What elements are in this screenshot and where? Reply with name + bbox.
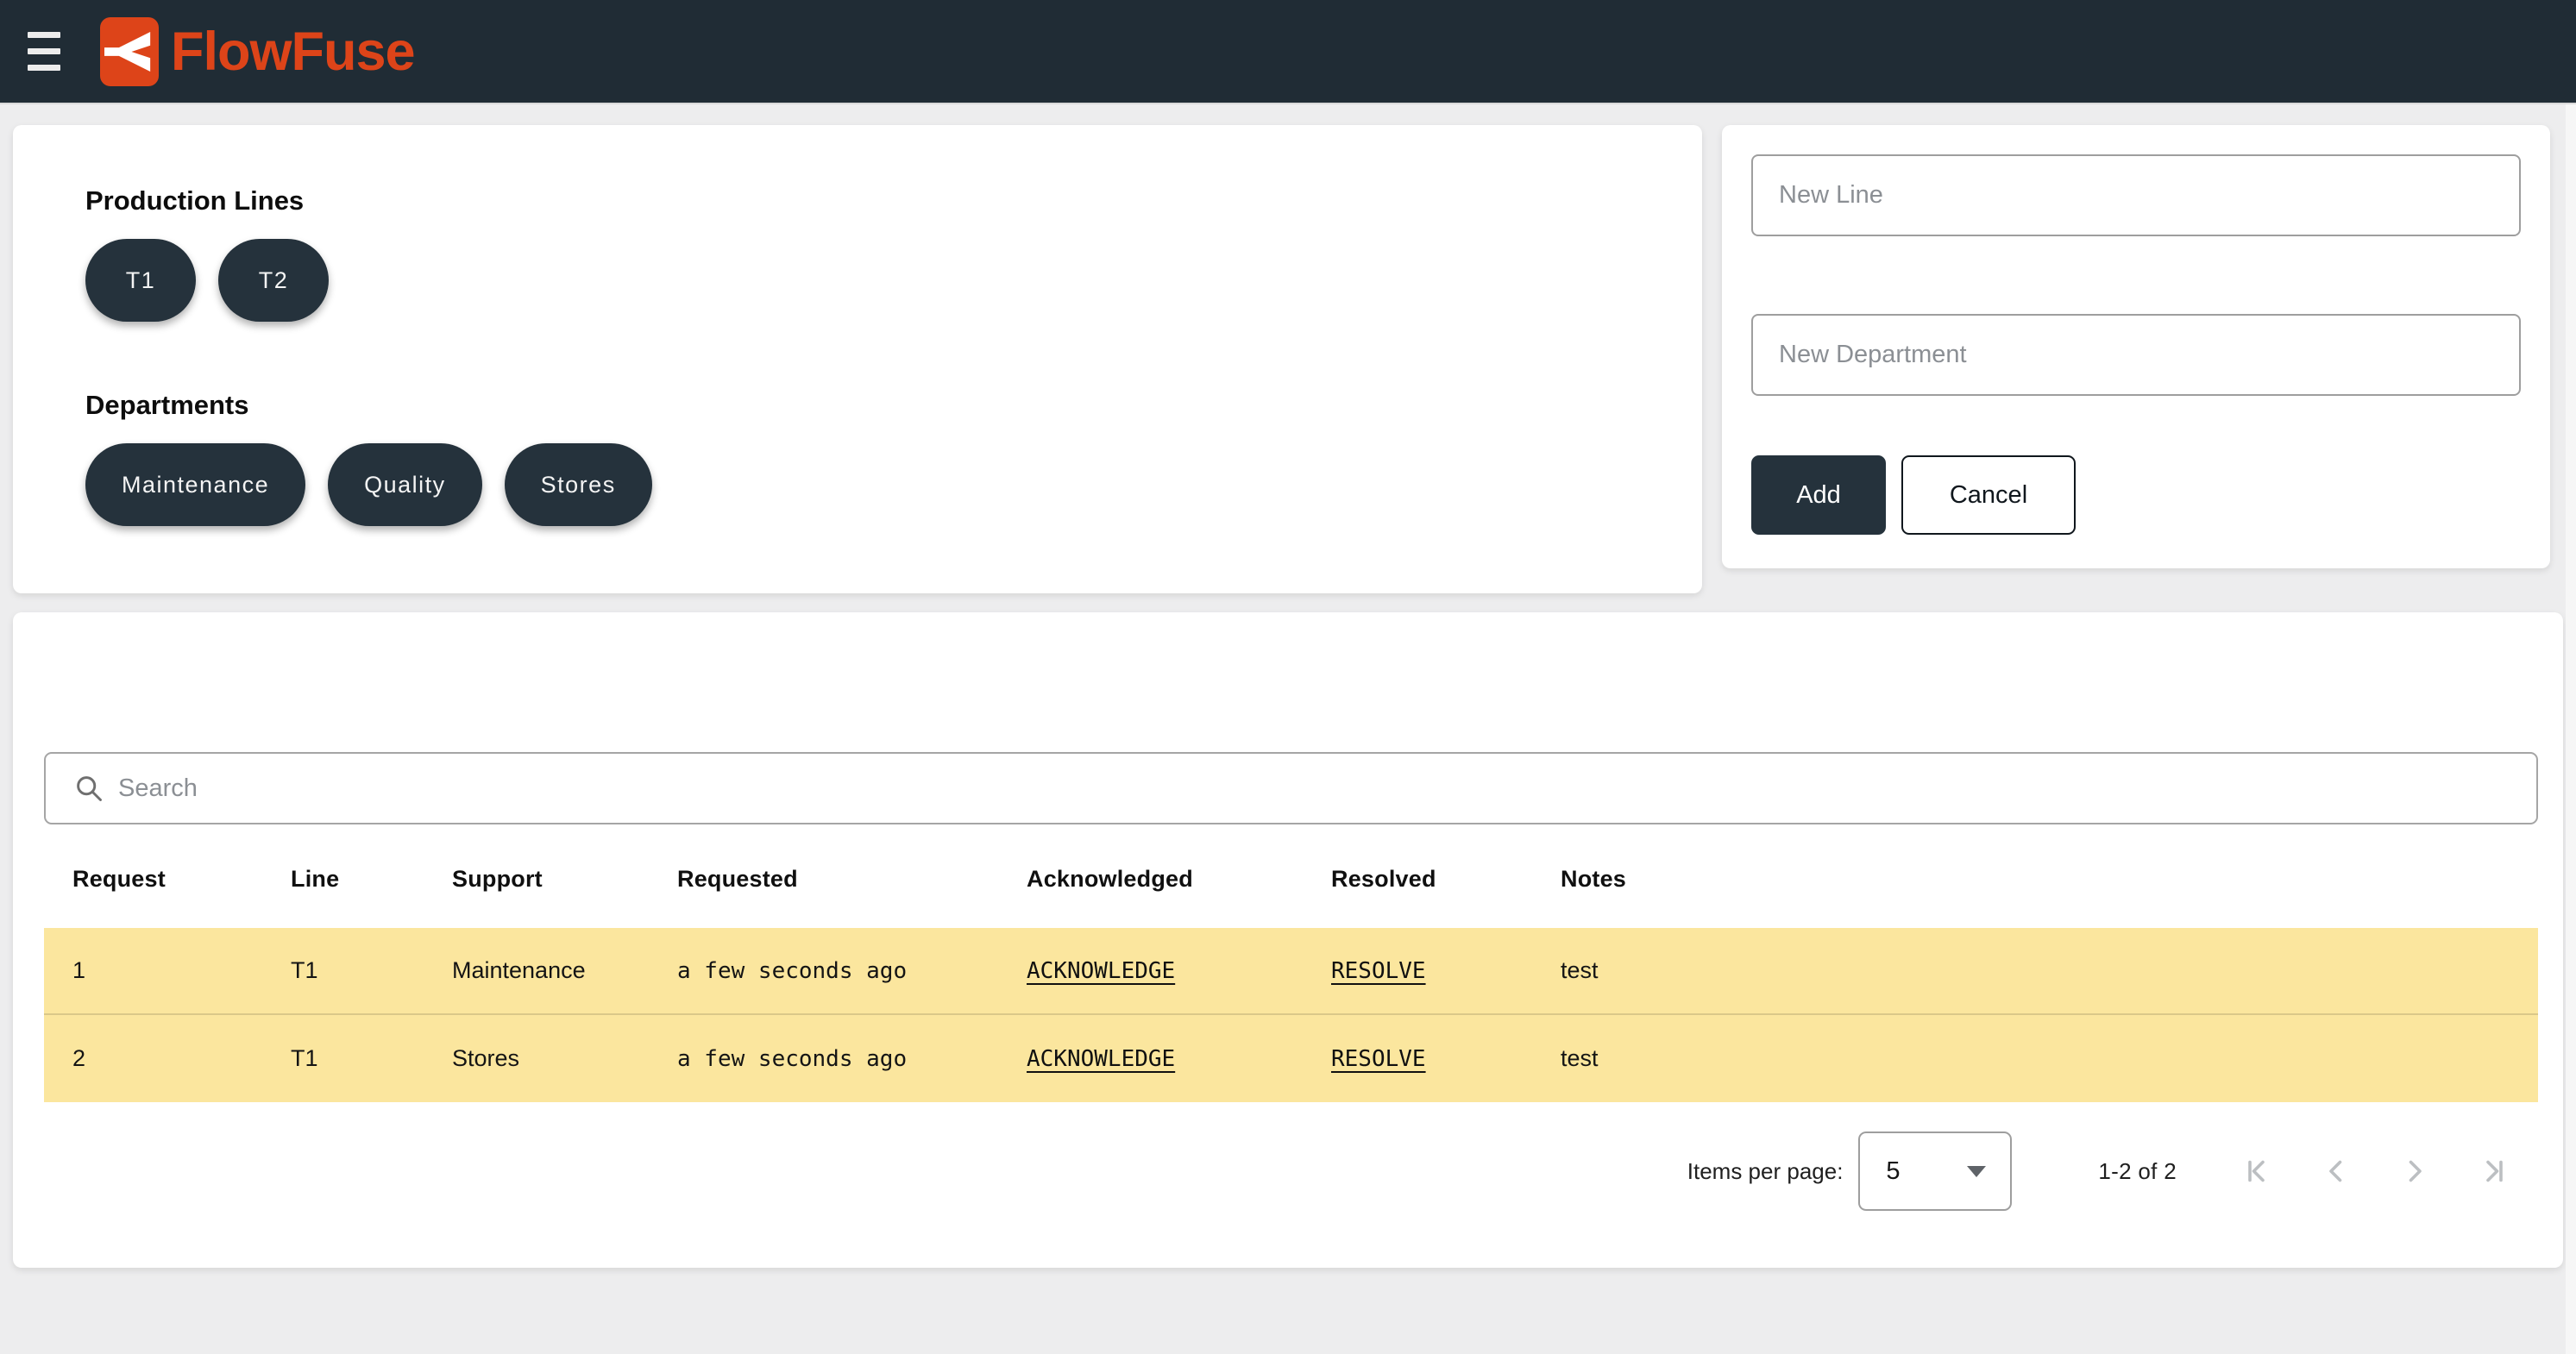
departments-title: Departments bbox=[85, 390, 1702, 421]
pagination-bar: Items per page: 5 1-2 of 2 bbox=[44, 1131, 2538, 1211]
table-header-row: Request Line Support Requested Acknowled… bbox=[44, 853, 2538, 905]
column-header-acknowledged: Acknowledged bbox=[1027, 866, 1331, 893]
cell-requested: a few seconds ago bbox=[677, 958, 1027, 984]
items-per-page-label: Items per page: bbox=[1687, 1158, 1844, 1185]
new-department-input[interactable] bbox=[1751, 314, 2521, 396]
search-box bbox=[44, 752, 2538, 824]
search-icon bbox=[73, 773, 104, 804]
requests-table-card: Request Line Support Requested Acknowled… bbox=[13, 612, 2563, 1268]
cell-support: Stores bbox=[452, 1045, 677, 1072]
departments-group: Maintenance Quality Stores bbox=[85, 443, 1702, 526]
items-per-page-select[interactable]: 5 bbox=[1858, 1131, 2012, 1211]
scrollbar-track[interactable] bbox=[2566, 104, 2576, 1354]
table-row: 2 T1 Stores a few seconds ago ACKNOWLEDG… bbox=[44, 1015, 2538, 1102]
brand-logo: FlowFuse bbox=[100, 17, 415, 86]
column-header-resolved: Resolved bbox=[1331, 866, 1561, 893]
table-row: 1 T1 Maintenance a few seconds ago ACKNO… bbox=[44, 928, 2538, 1015]
add-button[interactable]: Add bbox=[1751, 455, 1886, 535]
search-input[interactable] bbox=[104, 754, 2536, 823]
column-header-requested: Requested bbox=[677, 866, 1027, 893]
department-button-maintenance[interactable]: Maintenance bbox=[85, 443, 305, 526]
last-page-icon[interactable] bbox=[2478, 1156, 2509, 1187]
cell-notes: test bbox=[1561, 957, 2538, 984]
cell-requested: a few seconds ago bbox=[677, 1046, 1027, 1072]
resolve-link[interactable]: RESOLVE bbox=[1331, 958, 1426, 984]
column-header-support: Support bbox=[452, 866, 677, 893]
column-header-request: Request bbox=[72, 866, 291, 893]
form-actions: Add Cancel bbox=[1751, 455, 2521, 535]
chevron-down-icon bbox=[1967, 1166, 1986, 1177]
first-page-icon[interactable] bbox=[2242, 1156, 2273, 1187]
column-header-notes: Notes bbox=[1561, 866, 2538, 893]
production-lines-group: T1 T2 bbox=[85, 239, 1702, 322]
filters-card: Production Lines T1 T2 Departments Maint… bbox=[13, 125, 1702, 593]
pagination-range: 1-2 of 2 bbox=[2098, 1158, 2177, 1185]
cell-request: 1 bbox=[72, 957, 291, 984]
app-header: FlowFuse bbox=[0, 0, 2576, 104]
cell-line: T1 bbox=[291, 957, 452, 984]
cell-line: T1 bbox=[291, 1045, 452, 1072]
cell-support: Maintenance bbox=[452, 957, 677, 984]
items-per-page-value: 5 bbox=[1886, 1157, 1967, 1186]
chevron-left-icon[interactable] bbox=[2321, 1156, 2352, 1187]
production-lines-title: Production Lines bbox=[85, 185, 1702, 216]
brand-title: FlowFuse bbox=[171, 21, 415, 83]
hamburger-menu-icon[interactable] bbox=[28, 31, 69, 72]
line-button-t2[interactable]: T2 bbox=[218, 239, 329, 322]
pagination-nav bbox=[2242, 1156, 2509, 1187]
acknowledge-link[interactable]: ACKNOWLEDGE bbox=[1027, 1046, 1175, 1072]
department-button-quality[interactable]: Quality bbox=[328, 443, 482, 526]
add-form-card: Add Cancel bbox=[1722, 125, 2550, 568]
new-line-input[interactable] bbox=[1751, 154, 2521, 236]
line-button-t1[interactable]: T1 bbox=[85, 239, 196, 322]
column-header-line: Line bbox=[291, 866, 452, 893]
resolve-link[interactable]: RESOLVE bbox=[1331, 1046, 1426, 1072]
flowfuse-logo-icon bbox=[100, 17, 159, 86]
acknowledge-link[interactable]: ACKNOWLEDGE bbox=[1027, 958, 1175, 984]
department-button-stores[interactable]: Stores bbox=[505, 443, 652, 526]
cell-request: 2 bbox=[72, 1045, 291, 1072]
cancel-button[interactable]: Cancel bbox=[1901, 455, 2076, 535]
chevron-right-icon[interactable] bbox=[2399, 1156, 2430, 1187]
cell-notes: test bbox=[1561, 1045, 2538, 1072]
